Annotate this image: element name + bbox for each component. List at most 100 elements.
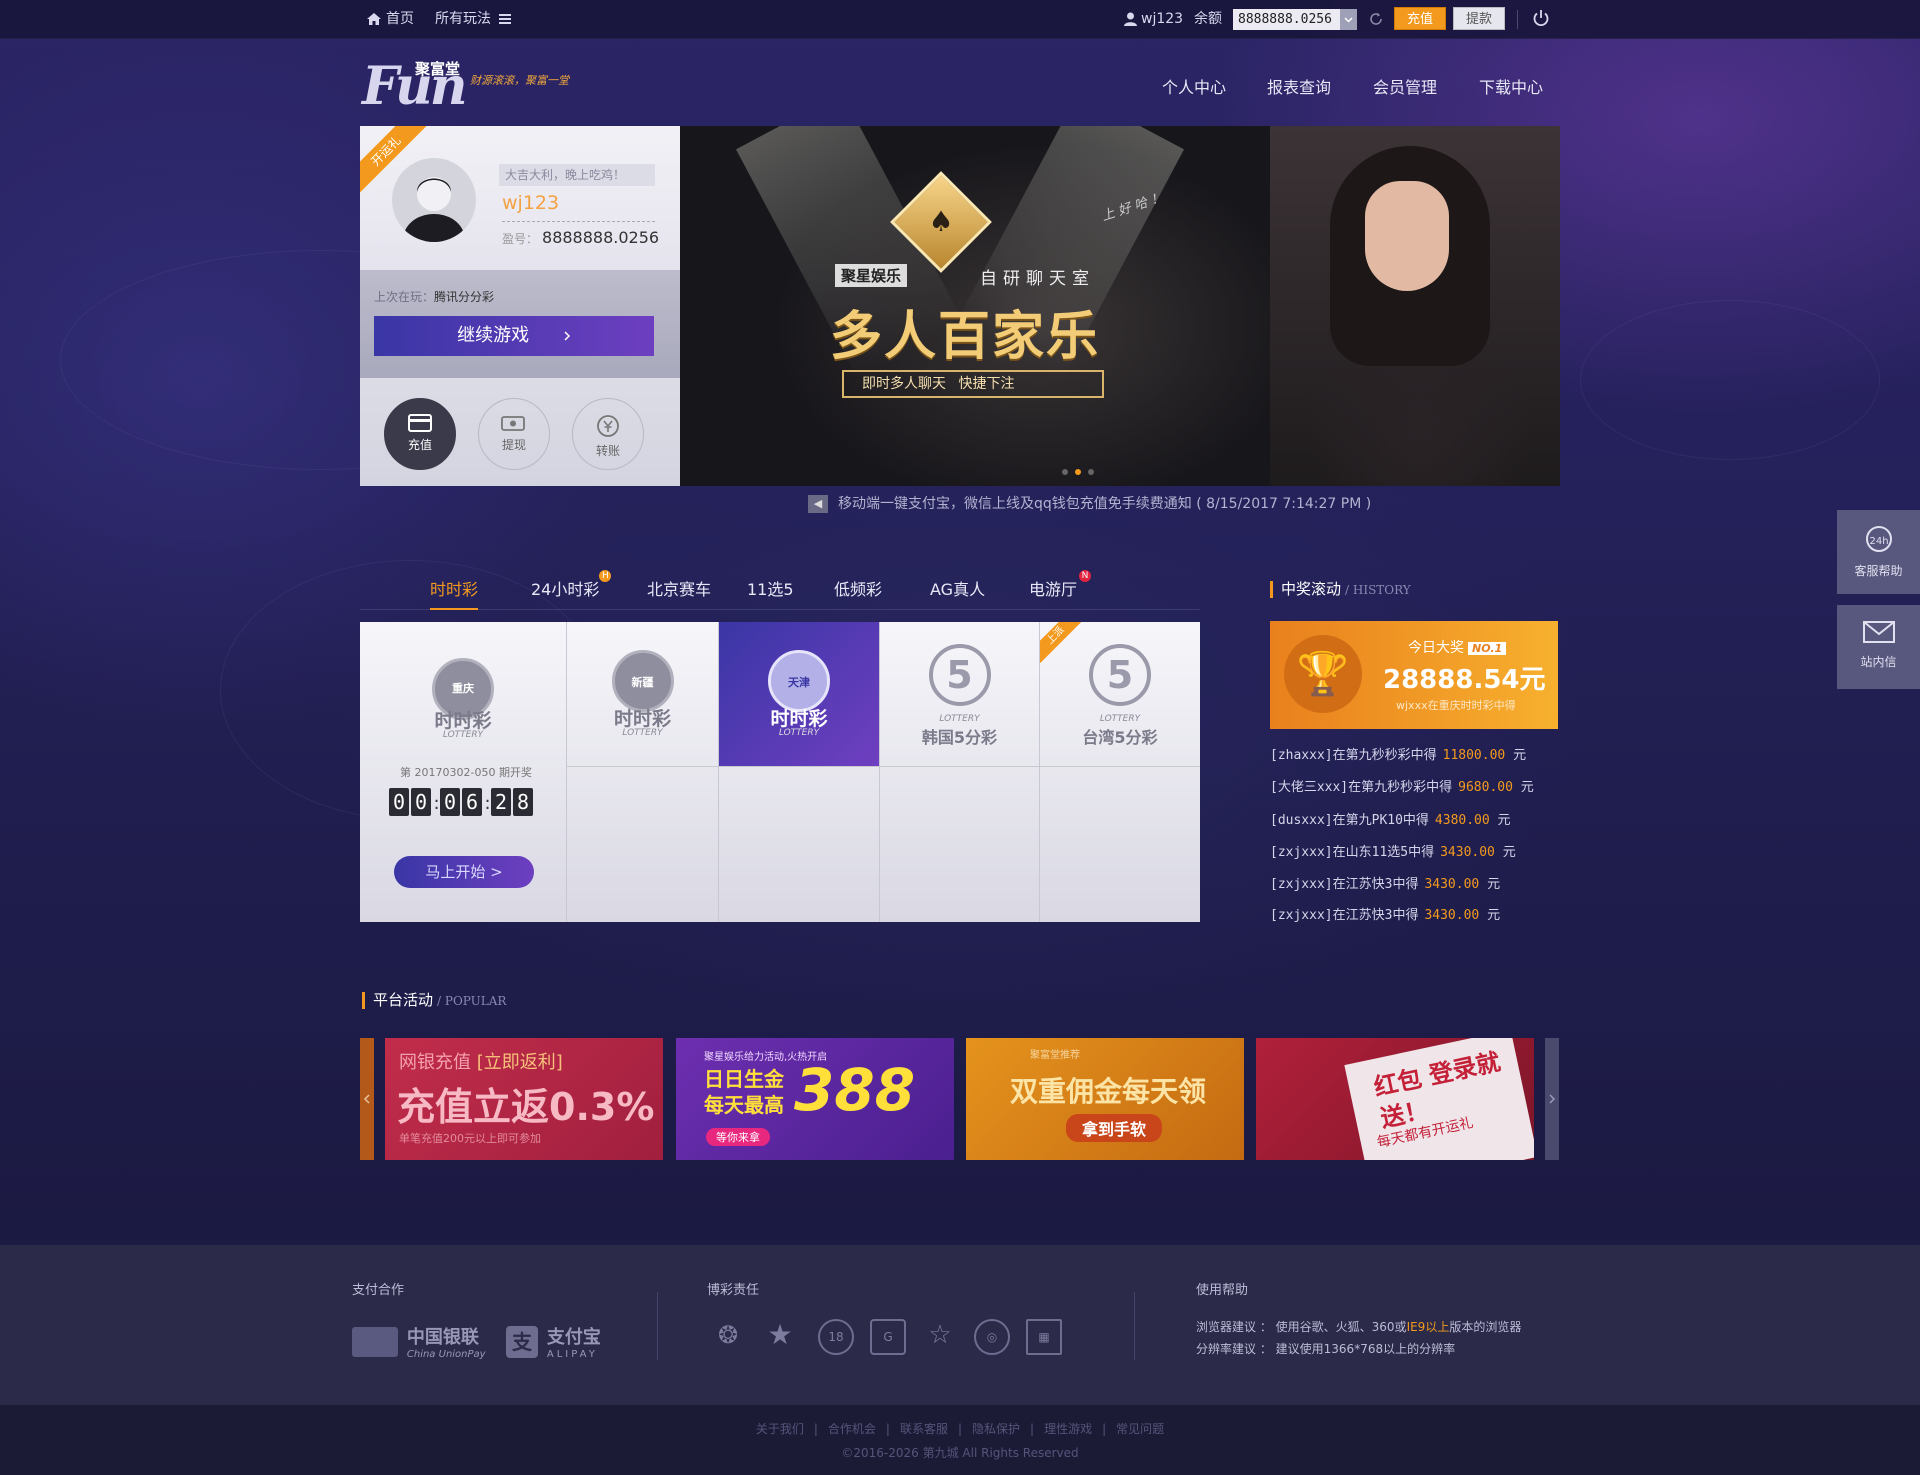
divider [502,221,655,222]
home-link[interactable]: 首页 [366,0,414,39]
withdraw-button[interactable]: 提款 [1453,7,1505,30]
card-icon [408,414,432,432]
balance-toggle[interactable] [1340,9,1357,30]
user-card-middle: 上次在玩：腾讯分分彩 继续游戏 [360,270,680,378]
history-entry: [大佬三xxx]在第九秒秒彩中得 9680.00 元 [1270,780,1534,795]
carousel-dot[interactable] [1062,469,1068,475]
game-tile-tw-5min[interactable]: 上派 5 LOTTERY 台湾5分彩 [1040,622,1200,767]
avatar[interactable] [392,158,476,242]
hot-badge: H [599,570,612,582]
notice-bar[interactable]: ◀ 移动端一键支付宝，微信上线及qq钱包充值免手续费通知 ( 8/15/2017 … [808,493,1371,513]
help-title: 使用帮助 [1196,1283,1249,1298]
jackpot-card[interactable]: 🏆 今日大奖 NO.1 28888.54元 wjxxx在重庆时时彩中得 [1270,621,1558,729]
footer-link-partnership[interactable]: 合作机会 [828,1422,876,1436]
speaker-icon: ◀ [808,495,828,513]
menu-icon [499,14,512,24]
tab-bj-racing[interactable]: 北京赛车 [647,576,711,600]
five-emblem-icon: 5 [928,644,991,706]
chevron-left-icon [363,1094,370,1104]
empty-game-slot [719,767,880,922]
promo-card-red-envelope[interactable]: 红包 登录就送！ 每天都有开运礼 [1256,1038,1534,1160]
carousel-prev-button[interactable] [360,1038,374,1160]
carousel-next-button[interactable] [1545,1038,1559,1160]
tab-ag-live[interactable]: AG真人 [930,576,985,600]
customer-service-button[interactable]: 24h 客服帮助 [1837,510,1920,594]
top-bar: 首页 所有玩法 wj123 余额 8888888.0256 充值 提款 [0,0,1920,39]
payment-partners-title: 支付合作 [352,1283,405,1298]
promo-card-cashback[interactable]: 网银充值 [立即返利] 充值立返0.3% 单笔充值200元以上即可参加 [385,1038,663,1160]
five-emblem-icon: 5 [1089,644,1151,706]
tab-11x5[interactable]: 11选5 [747,576,794,600]
tab-ssc[interactable]: 时时彩 [430,576,479,610]
refresh-icon[interactable] [1369,12,1383,26]
game-tile-tj-ssc[interactable]: 天津 时时彩 LOTTERY [719,622,880,767]
start-now-button[interactable]: 马上开始 > [394,856,534,888]
footer-link-contact[interactable]: 联系客服 [900,1422,948,1436]
banner-features: 即时多人聊天 快捷下注 [842,370,1104,398]
footer-link-faq[interactable]: 常见问题 [1116,1422,1164,1436]
nav-downloads[interactable]: 下载中心 [1479,74,1543,98]
responsibility-title: 博彩责任 [707,1283,760,1298]
recharge-button[interactable]: 充值 [1394,7,1446,30]
history-title: 中奖滚动 / HISTORY [1270,581,1411,598]
grid-seal-icon: ▦ [1026,1319,1062,1355]
nav-reports[interactable]: 报表查询 [1267,74,1331,98]
svg-text:24h: 24h [1869,536,1888,547]
banner-model-image [1270,126,1560,486]
footer-link-privacy[interactable]: 隐私保护 [972,1422,1020,1436]
issue-number: 第 20170302-050 期开奖 [400,766,532,779]
balance-label: 余额 [1194,11,1222,27]
sports-lottery-icon: ★ [767,1318,793,1351]
lottery-logo-icon: ❂ [717,1321,739,1349]
divider [657,1292,658,1360]
cash-icon [501,416,525,431]
support-24h-icon: 24h [1865,526,1892,552]
copyright-bar: 关于我们 | 合作机会 | 联系客服 | 隐私保护 | 理性游戏 | 常见问题 ©2016-2026… [0,1405,1920,1475]
yen-transfer-icon [597,415,619,437]
transfer-circle-button[interactable]: 转账 [572,398,644,470]
carousel-dot[interactable] [1075,469,1081,475]
tab-low-freq[interactable]: 低频彩 [834,576,882,600]
tab-24h[interactable]: 24小时彩 H [531,570,612,600]
message-button[interactable]: 站内信 [1837,605,1920,689]
user-card-top: 开运礼 大吉大利，晚上吃鸡！ wj123 盈号： 8888888.0256 [360,126,680,270]
nav-members[interactable]: 会员管理 [1373,74,1437,98]
trophy-icon: 🏆 [1284,635,1362,713]
greeting-text: 大吉大利，晚上吃鸡！ [499,164,655,186]
footer-link-about[interactable]: 关于我们 [756,1422,804,1436]
promo-card-commission[interactable]: 聚富堂推荐 双重佣金每天领 拿到手软 [966,1038,1244,1160]
popular-title: 平台活动 / POPULAR [362,992,506,1009]
game-tile-kr-5min[interactable]: 5 LOTTERY 韩国5分彩 [880,622,1040,767]
power-icon[interactable] [1532,9,1550,27]
last-played: 上次在玩：腾讯分分彩 [374,290,495,304]
avatar-icon [402,177,466,242]
all-games-menu[interactable]: 所有玩法 [435,0,515,39]
tab-slots[interactable]: 电游厅 N [1029,570,1092,600]
footer-links: 关于我们 | 合作机会 | 联系客服 | 隐私保护 | 理性游戏 | 常见问题 [755,1422,1165,1436]
promo-card-daily-gold[interactable]: 聚星娱乐给力活动,火热开启 日日生金 每天最高 388 等你来拿 [676,1038,954,1160]
jackpot-amount: 28888.54元 [1383,665,1546,695]
withdraw-circle-button[interactable]: 提现 [478,398,550,470]
age-18-icon: 18 [818,1319,854,1355]
game-tile-xj-ssc[interactable]: 新疆 时时彩 LOTTERY [567,622,719,767]
history-entry: [zhaxxx]在第九秒秒彩中得 11800.00 元 [1270,748,1527,763]
chevron-right-icon [1549,1094,1556,1104]
empty-game-slot [880,767,1040,922]
copyright-text: ©2016-2026 第九城 All Rights Reserved [841,1446,1079,1460]
hero-banner[interactable]: ♠ 聚星娱乐 自研聊天室 上 好 哈 ！ 多人百家乐 即时多人聊天 快捷下注 [680,126,1560,486]
footer: 支付合作 中国银联 China UnionPay 支 支付宝 ALIPAY 博彩责任… [0,1245,1920,1405]
site-logo[interactable]: Fun 聚富堂 财源滚滚，聚富一堂 [362,56,569,117]
continue-game-button[interactable]: 继续游戏 [374,316,654,356]
history-entry: [zxjxxx]在江苏快3中得 3430.00 元 [1270,877,1501,892]
ncgac-star-icon: ☆ [928,1320,952,1350]
recharge-circle-button[interactable]: 充值 [384,398,456,470]
jackpot-label: 今日大奖 NO.1 [1408,637,1507,657]
user-link[interactable]: wj123 [1124,0,1183,39]
mail-icon [1862,621,1895,643]
footer-link-responsible[interactable]: 理性游戏 [1044,1422,1092,1436]
game-tabs: 时时彩 24小时彩 H 北京赛车 11选5 低频彩 AG真人 电游厅 N [360,562,1200,610]
featured-game[interactable]: 重庆 时时彩 LOTTERY 第 20170302-050 期开奖 00:06:… [360,622,567,922]
nav-personal-center[interactable]: 个人中心 [1162,74,1226,98]
new-badge: N [1079,570,1092,582]
carousel-dot[interactable] [1088,469,1094,475]
